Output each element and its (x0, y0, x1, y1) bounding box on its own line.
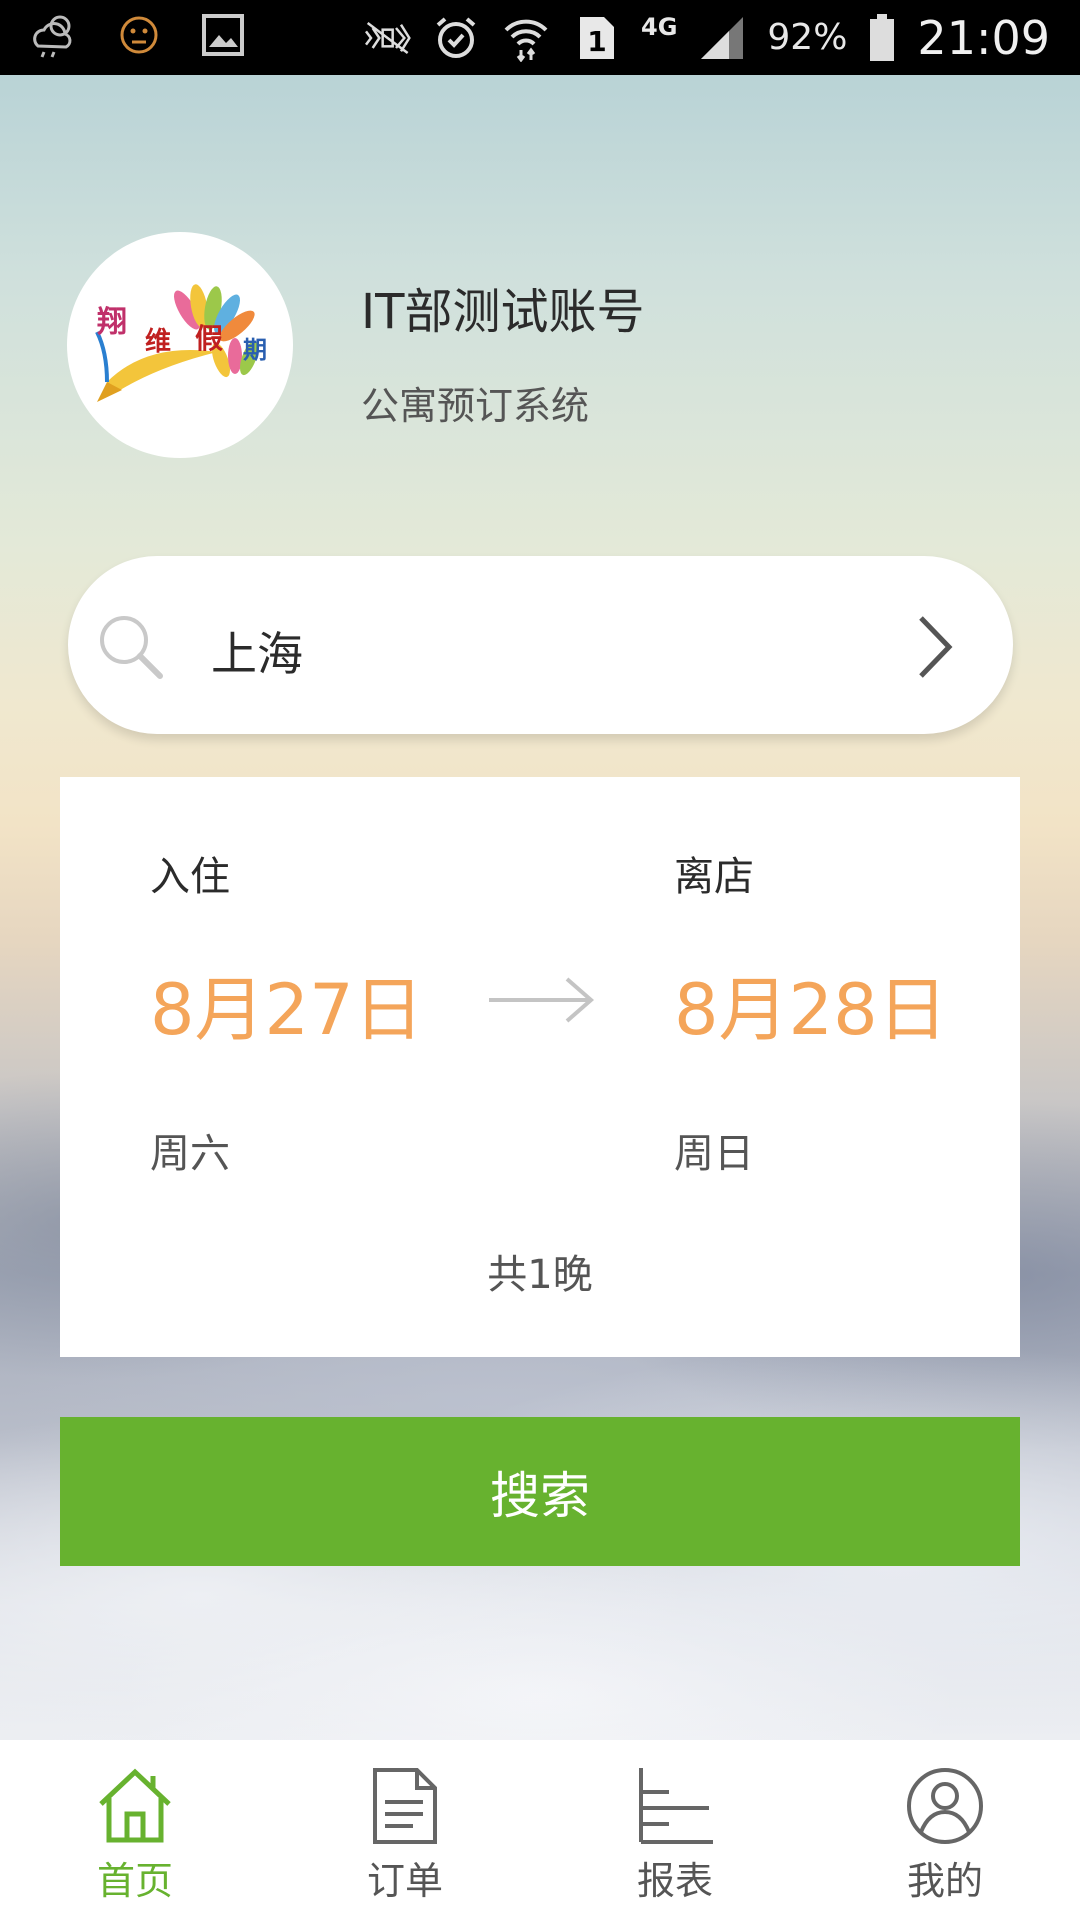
svg-text:翔: 翔 (97, 305, 127, 340)
nav-label-profile: 我的 (906, 1859, 983, 1903)
battery-percent: 92% (767, 17, 848, 58)
document-icon (365, 1766, 445, 1846)
arrow-right-icon (487, 975, 595, 1025)
checkout-weekday: 周日 (674, 1131, 754, 1177)
city-search-bar[interactable]: 上海 (68, 556, 1013, 734)
status-right-icons: 1 4G 92% 21:09 (361, 0, 1050, 75)
status-left-icons (30, 10, 248, 60)
nav-label-reports: 报表 (636, 1859, 713, 1903)
home-icon (95, 1766, 175, 1846)
alarm-icon (431, 13, 481, 63)
svg-text:期: 期 (243, 336, 267, 364)
battery-icon (867, 13, 897, 63)
checkin-date[interactable]: 8月27日 (150, 954, 424, 1055)
checkout-label: 离店 (674, 854, 754, 900)
user-icon (905, 1766, 985, 1846)
nav-item-reports[interactable]: 报表 (540, 1740, 810, 1920)
emoji-icon (114, 10, 164, 60)
system-subtitle: 公寓预订系统 (361, 384, 590, 428)
signal-icon (697, 13, 747, 63)
search-button[interactable]: 搜索 (60, 1417, 1020, 1566)
svg-text:维: 维 (145, 326, 171, 357)
account-name: IT部测试账号 (361, 284, 645, 340)
status-bar: 1 4G 92% 21:09 (0, 0, 1080, 75)
checkin-label: 入住 (150, 854, 230, 900)
wifi-icon (501, 13, 551, 63)
nights-count: 共1晚 (487, 1252, 593, 1298)
clock-time: 21:09 (917, 10, 1050, 65)
checkout-date[interactable]: 8月28日 (674, 954, 948, 1055)
search-city-value: 上海 (211, 627, 303, 681)
network-type: 4G (641, 12, 678, 41)
svg-text:1: 1 (587, 25, 606, 58)
sim-icon: 1 (571, 13, 621, 63)
checkin-weekday: 周六 (150, 1131, 230, 1177)
nav-label-orders: 订单 (366, 1859, 443, 1903)
nav-label-home: 首页 (96, 1859, 173, 1903)
company-logo: 翔 维 假 期 (67, 232, 293, 458)
report-icon (635, 1766, 715, 1846)
mute-icon (361, 13, 411, 63)
weather-icon (30, 10, 80, 60)
chevron-right-icon (915, 614, 955, 680)
nav-item-orders[interactable]: 订单 (270, 1740, 540, 1920)
search-icon (96, 612, 166, 682)
bottom-nav: 首页 订单 报表 我的 (0, 1740, 1080, 1920)
image-icon (198, 10, 248, 60)
nav-item-profile[interactable]: 我的 (810, 1740, 1080, 1920)
date-selection-card[interactable]: 入住 8月27日 周六 离店 8月28日 周日 共1晚 (60, 777, 1020, 1357)
nav-item-home[interactable]: 首页 (0, 1740, 270, 1920)
svg-text:假: 假 (195, 322, 223, 355)
